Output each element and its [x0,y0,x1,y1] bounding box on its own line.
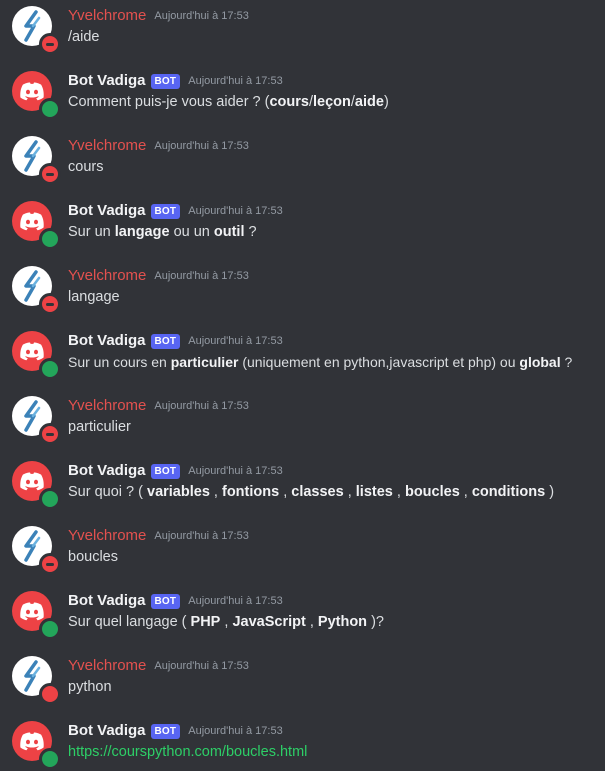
author-name[interactable]: Yvelchrome [68,136,146,156]
author-name[interactable]: Bot Vadiga [68,331,146,351]
status-dnd-indicator [39,293,61,315]
message-content: cours [68,159,104,175]
avatar[interactable] [12,136,61,185]
message-item: Yvelchrome Aujourd'hui à 17:53 cours [0,130,605,186]
author-name[interactable]: Bot Vadiga [68,71,146,91]
message-timestamp: Aujourd'hui à 17:53 [188,465,283,477]
status-dnd-indicator [39,423,61,445]
message-item: Yvelchrome Aujourd'hui à 17:53 /aide [0,0,605,56]
avatar[interactable] [12,656,61,705]
message-timestamp: Aujourd'hui à 17:53 [188,75,283,87]
chat-message-list: Yvelchrome Aujourd'hui à 17:53 /aide Bot… [0,0,605,771]
status-dot-indicator [39,683,61,705]
author-name[interactable]: Yvelchrome [68,396,146,416]
author-name[interactable]: Bot Vadiga [68,591,146,611]
author-name[interactable]: Bot Vadiga [68,721,146,741]
message-content: Comment puis-je vous aider ? (cours/leço… [68,94,389,110]
message-content: /aide [68,29,100,45]
message-item: Bot Vadiga BOT Aujourd'hui à 17:53 Comme… [0,65,605,121]
status-online-indicator [39,748,61,770]
message-content: langage [68,289,120,305]
bot-badge: BOT [150,723,181,739]
bot-badge: BOT [150,73,181,89]
message-timestamp: Aujourd'hui à 17:53 [154,660,249,672]
avatar[interactable] [12,6,61,55]
bot-badge: BOT [150,463,181,479]
message-timestamp: Aujourd'hui à 17:53 [188,595,283,607]
avatar[interactable] [12,201,61,250]
author-name[interactable]: Bot Vadiga [68,461,146,481]
avatar[interactable] [12,331,61,380]
message-item: Bot Vadiga BOT Aujourd'hui à 17:53 Sur q… [0,455,605,511]
message-timestamp: Aujourd'hui à 17:53 [154,10,249,22]
author-name[interactable]: Yvelchrome [68,656,146,676]
message-item: Yvelchrome Aujourd'hui à 17:53 boucles [0,520,605,576]
message-content: https://courspython.com/boucles.html [68,742,307,762]
avatar[interactable] [12,591,61,640]
bot-badge: BOT [150,593,181,609]
message-timestamp: Aujourd'hui à 17:53 [188,205,283,217]
message-timestamp: Aujourd'hui à 17:53 [188,725,283,737]
message-item: Bot Vadiga BOT Aujourd'hui à 17:53 https… [0,715,605,771]
message-item: Bot Vadiga BOT Aujourd'hui à 17:53 Sur u… [0,325,605,381]
message-timestamp: Aujourd'hui à 17:53 [154,140,249,152]
message-link[interactable]: https://courspython.com/boucles.html [68,744,307,760]
message-item: Yvelchrome Aujourd'hui à 17:53 langage [0,260,605,316]
message-item: Bot Vadiga BOT Aujourd'hui à 17:53 Sur u… [0,195,605,251]
author-name[interactable]: Yvelchrome [68,526,146,546]
status-online-indicator [39,228,61,250]
message-content: Sur quoi ? ( variables , fontions , clas… [68,484,555,500]
message-item: Yvelchrome Aujourd'hui à 17:53 particuli… [0,390,605,446]
message-timestamp: Aujourd'hui à 17:53 [188,335,283,347]
avatar[interactable] [12,461,61,510]
message-timestamp: Aujourd'hui à 17:53 [154,400,249,412]
author-name[interactable]: Yvelchrome [68,6,146,26]
message-timestamp: Aujourd'hui à 17:53 [154,270,249,282]
message-timestamp: Aujourd'hui à 17:53 [154,530,249,542]
status-dnd-indicator [39,553,61,575]
status-online-indicator [39,618,61,640]
status-online-indicator [39,98,61,120]
author-name[interactable]: Bot Vadiga [68,201,146,221]
status-online-indicator [39,358,61,380]
bot-badge: BOT [150,203,181,219]
author-name[interactable]: Yvelchrome [68,266,146,286]
avatar[interactable] [12,266,61,315]
avatar[interactable] [12,526,61,575]
avatar[interactable] [12,71,61,120]
message-content: boucles [68,549,118,565]
avatar[interactable] [12,396,61,445]
message-content: python [68,679,112,695]
message-item: Yvelchrome Aujourd'hui à 17:53 python [0,650,605,706]
bot-badge: BOT [150,333,181,349]
status-online-indicator [39,488,61,510]
message-content: particulier [68,419,131,435]
status-dnd-indicator [39,163,61,185]
message-item: Bot Vadiga BOT Aujourd'hui à 17:53 Sur q… [0,585,605,641]
message-content: Sur un cours en particulier (uniquement … [68,354,573,370]
avatar[interactable] [12,721,61,770]
status-dnd-indicator [39,33,61,55]
message-content: Sur un langage ou un outil ? [68,224,257,240]
message-content: Sur quel langage ( PHP , JavaScript , Py… [68,614,384,630]
